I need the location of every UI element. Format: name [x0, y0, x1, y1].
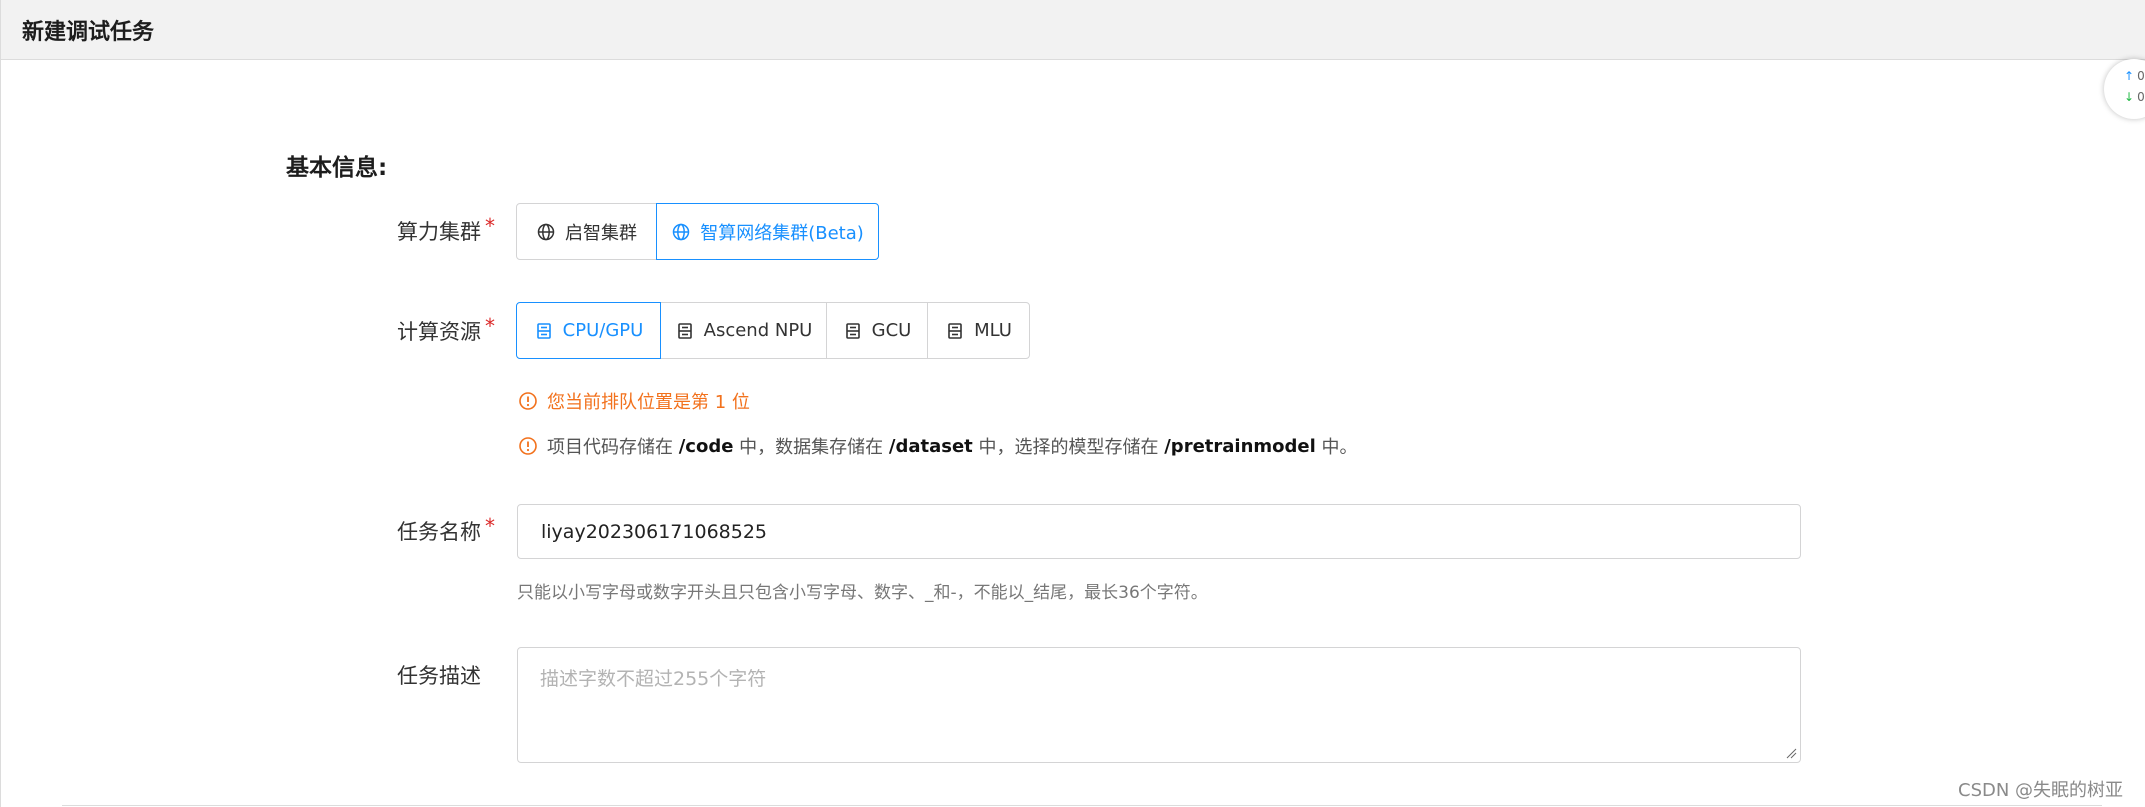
- resource-option-mlu[interactable]: MLU: [927, 302, 1030, 359]
- cluster-option-zhisuan-label: 智算网络集群(Beta): [700, 222, 864, 244]
- globe-icon: [536, 222, 556, 242]
- task-desc-textarea[interactable]: [518, 648, 1800, 762]
- resource-option-mlu-label: MLU: [974, 320, 1012, 341]
- watermark: CSDN @失眠的树亚: [1958, 780, 2124, 801]
- upload-speed: ↑ 0: [2124, 69, 2145, 83]
- cluster-option-qizhi[interactable]: 启智集群: [516, 203, 657, 260]
- task-name-help: 只能以小写字母或数字开头且只包含小写字母、数字、_和-，不能以_结尾，最长36个…: [517, 583, 1208, 603]
- storage-notice-text-4: 中。: [1315, 437, 1358, 458]
- queue-notice-text: 您当前排队位置是第 1 位: [547, 392, 750, 413]
- resource-option-gcu-label: GCU: [871, 320, 912, 341]
- cluster-selector: 启智集群 智算网络集群(Beta): [516, 203, 879, 260]
- task-desc-label: 任务描述: [397, 664, 481, 688]
- page-title: 新建调试任务: [22, 20, 155, 45]
- required-mark: *: [485, 314, 495, 338]
- server-icon: [945, 321, 965, 341]
- warning-circle-icon: [518, 391, 538, 411]
- left-border: [0, 60, 1, 807]
- storage-notice: 项目代码存储在 /code 中，数据集存储在 /dataset 中，选择的模型存…: [518, 433, 1358, 459]
- storage-notice-text-3: 中，选择的模型存储在: [972, 437, 1165, 458]
- storage-notice-text-1: 项目代码存储在: [547, 437, 679, 458]
- resource-option-cpu-gpu[interactable]: CPU/GPU: [516, 302, 661, 359]
- server-icon: [534, 321, 554, 341]
- server-icon: [675, 321, 695, 341]
- resource-label: 计算资源 *: [397, 314, 495, 346]
- upload-speed-value: 0: [2137, 69, 2145, 83]
- download-speed-value: 0: [2137, 90, 2145, 104]
- resource-option-ascend-npu-label: Ascend NPU: [703, 320, 813, 341]
- task-name-input[interactable]: [518, 505, 1800, 558]
- section-divider: [62, 805, 2102, 806]
- resource-option-cpu-gpu-label: CPU/GPU: [562, 320, 644, 341]
- task-name-field: [517, 504, 1801, 559]
- code-path: /code: [678, 435, 734, 457]
- warning-circle-icon: [518, 436, 538, 456]
- resource-option-gcu[interactable]: GCU: [826, 302, 928, 359]
- cluster-option-zhisuan[interactable]: 智算网络集群(Beta): [656, 203, 879, 260]
- task-desc-field: [517, 647, 1801, 763]
- resize-handle-icon[interactable]: [1785, 747, 1797, 759]
- storage-notice-text-2: 中，数据集存储在: [733, 437, 889, 458]
- arrow-down-icon: ↓: [2124, 90, 2135, 104]
- required-mark: *: [485, 514, 495, 538]
- required-mark: *: [485, 214, 495, 238]
- speed-widget[interactable]: ↑ 0 ↓ 0: [2104, 59, 2145, 119]
- resource-option-ascend-npu[interactable]: Ascend NPU: [660, 302, 827, 359]
- resource-label-text: 计算资源: [397, 320, 481, 344]
- dataset-path: /dataset: [888, 435, 973, 457]
- resource-selector: CPU/GPU Ascend NPU GCU MLU: [516, 302, 1030, 359]
- pretrainmodel-path: /pretrainmodel: [1164, 435, 1316, 457]
- cluster-option-qizhi-label: 启智集群: [565, 222, 637, 244]
- task-name-label-text: 任务名称: [397, 520, 481, 544]
- cluster-label: 算力集群 *: [397, 214, 495, 246]
- globe-icon: [671, 222, 691, 242]
- section-title-basic-info: 基本信息:: [286, 155, 388, 181]
- cluster-label-text: 算力集群: [397, 220, 481, 244]
- task-name-label: 任务名称 *: [397, 514, 495, 546]
- download-speed: ↓ 0: [2124, 90, 2145, 104]
- arrow-up-icon: ↑: [2124, 69, 2135, 83]
- page-header: 新建调试任务: [0, 0, 2145, 60]
- queue-notice: 您当前排队位置是第 1 位: [518, 388, 750, 414]
- server-icon: [843, 321, 863, 341]
